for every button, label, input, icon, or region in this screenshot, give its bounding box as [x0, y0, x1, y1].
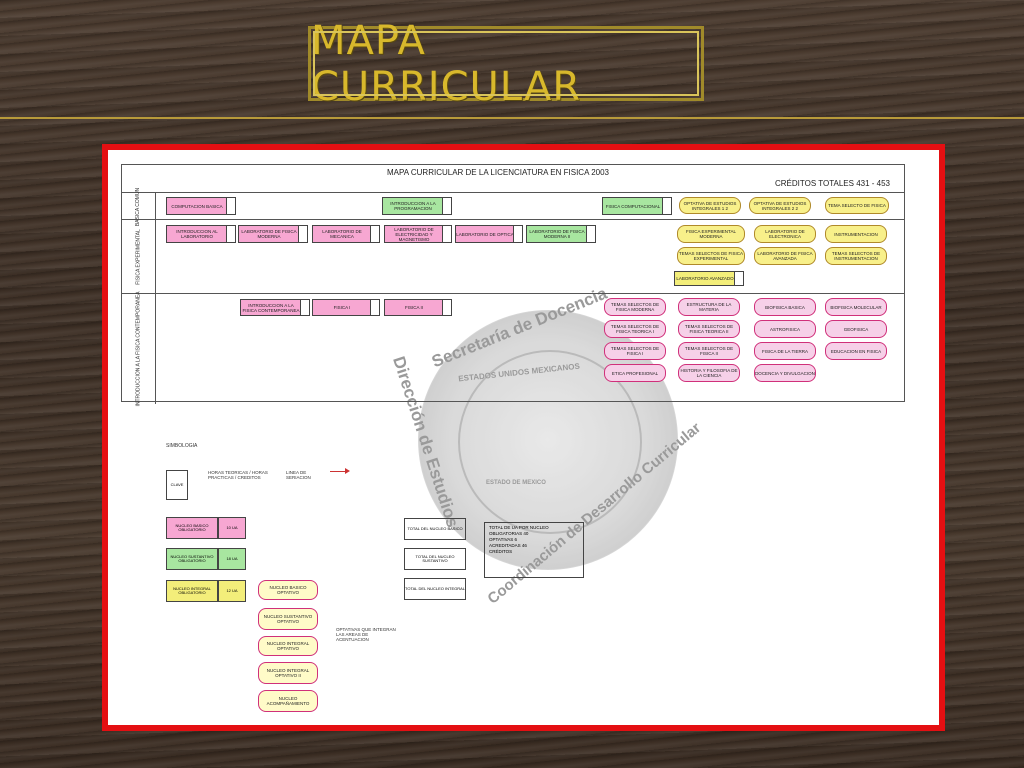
- elective-oval: INSTRUMENTACION: [825, 225, 887, 243]
- title-banner: MAPA CURRICULAR: [308, 18, 704, 110]
- legend-summary-table: TOTAL DE UA POR NUCLEO OBLIGATORIAS 40 O…: [484, 522, 584, 578]
- elective-oval: TEMAS SELECTOS DE FISICA TEORICA I: [604, 320, 666, 338]
- course-box: INTRODUCCION AL LABORATORIO: [166, 225, 236, 243]
- course-box: LABORATORIO DE ELECTRICIDAD Y MAGNETISMO: [384, 225, 452, 243]
- elective-oval: ESTRUCTURA DE LA MATERIA: [678, 298, 740, 316]
- legend-key-aside: LINEA DE SERIACION: [286, 470, 311, 480]
- legend-total-box: TOTAL DEL NUCLEO BASICO: [404, 518, 466, 540]
- course-box: INTRODUCCION A LA PROGRAMACION: [382, 197, 452, 215]
- row-contemporary: INTRODUCCION A LA FISICA CONTEMPORANEA I…: [122, 291, 904, 407]
- course-box: FISICA COMPUTACIONAL: [602, 197, 672, 215]
- course-box: LABORATORIO DE MECANICA: [312, 225, 380, 243]
- elective-oval: GEOFISICA: [825, 320, 887, 338]
- elective-oval: EDUCACION EN FISICA: [825, 342, 887, 360]
- legend-core-box: NUCLEO BASICO OBLIGATORIO: [166, 517, 218, 539]
- legend-oval-note: OPTATIVAS QUE INTEGRAN LAS AREAS DE ACEN…: [336, 627, 396, 642]
- elective-oval: TEMAS SELECTOS DE FISICA TEORICA II: [678, 320, 740, 338]
- legend-core-value: 10 UA: [218, 517, 246, 539]
- elective-oval: LABORATORIO DE FISICA AVANZADA: [754, 247, 816, 265]
- row-basic-common: BASICA COMUN COMPUTACION BASICA INTRODUC…: [122, 187, 904, 226]
- elective-oval: DOCENCIA Y DIVULGACION: [754, 364, 816, 382]
- elective-oval: TEMA SELECTO DE FISICA: [825, 197, 889, 214]
- elective-oval: ETICA PROFESIONAL: [604, 364, 666, 382]
- course-box: LABORATORIO AVANZADO: [674, 271, 744, 286]
- row-label: BASICA COMUN: [122, 187, 156, 226]
- legend-core-box: NUCLEO SUSTANTIVO OBLIGATORIO: [166, 548, 218, 570]
- curriculum-table: MAPA CURRICULAR DE LA LICENCIATURA EN FI…: [121, 164, 905, 407]
- elective-oval: OPTATIVA DE ESTUDIOS INTEGRALES 2 2: [749, 197, 811, 214]
- legend-oval: NUCLEO INTEGRAL OPTATIVO: [258, 636, 318, 656]
- course-box: INTRODUCCION A LA FISICA CONTEMPORANEA: [240, 299, 310, 316]
- summary-footer: CRÉDITOS: [489, 549, 513, 554]
- elective-oval: TEMAS SELECTOS DE INSTRUMENTACION: [825, 247, 887, 265]
- legend-total-box: TOTAL DEL NUCLEO SUSTANTIVO: [404, 548, 466, 570]
- elective-oval: TEMAS SELECTOS DE FISICA MODERNA: [604, 298, 666, 316]
- legend-core-value: 12 UA: [218, 580, 246, 602]
- elective-oval: HISTORIA Y FILOSOFIA DE LA CIENCIA: [678, 364, 740, 382]
- elective-oval: TEMAS SELECTOS DE FISICA EXPERIMENTAL: [677, 247, 745, 265]
- elective-oval: OPTATIVA DE ESTUDIOS INTEGRALES 1 2: [679, 197, 741, 214]
- slide-title: MAPA CURRICULAR: [311, 17, 582, 110]
- row-label: INTRODUCCION A LA FISICA CONTEMPORANEA: [122, 291, 156, 407]
- legend-total-box: TOTAL DEL NUCLEO INTEGRAL: [404, 578, 466, 600]
- course-box: FISICA II: [384, 299, 452, 316]
- legend-oval: NUCLEO INTEGRAL OPTATIVO II: [258, 662, 318, 684]
- elective-oval: FISICA DE LA TIERRA: [754, 342, 816, 360]
- elective-oval: BIOFISICA BASICA: [754, 298, 816, 316]
- elective-oval: LABORATORIO DE ELECTRONICA: [754, 225, 816, 243]
- document-title: MAPA CURRICULAR DE LA LICENCIATURA EN FI…: [387, 168, 609, 177]
- legend-oval: NUCLEO BASICO OPTATIVO: [258, 580, 318, 600]
- elective-oval: BIOFISICA MOLECULAR: [825, 298, 887, 316]
- legend-oval: NUCLEO SUSTANTIVO OPTATIVO: [258, 608, 318, 630]
- elective-oval: TEMAS SELECTOS DE FISICA II: [678, 342, 740, 360]
- legend-key-box: CLAVE: [166, 470, 188, 500]
- watermark-seal-state: ESTADO DE MEXICO: [486, 480, 546, 486]
- course-box: LABORATORIO DE FISICA MODERNA: [238, 225, 308, 243]
- elective-oval: ASTROFISICA: [754, 320, 816, 338]
- row-experimental: FISICA EXPERIMENTAL INTRODUCCION AL LABO…: [122, 219, 904, 294]
- elective-oval: FISICA EXPERIMENTAL MODERNA: [677, 225, 745, 243]
- legend-title: SIMBOLOGIA: [166, 443, 198, 449]
- legend-core-value: 18 UA: [218, 548, 246, 570]
- total-credits: CRÉDITOS TOTALES 431 - 453: [774, 179, 890, 188]
- course-box: FISICA I: [312, 299, 380, 316]
- divider-line: [0, 117, 1024, 119]
- seriation-arrow-icon: [330, 468, 350, 474]
- curriculum-map-image: Secretaría de Docencia Dirección de Estu…: [108, 150, 939, 725]
- legend-core-box: NUCLEO INTEGRAL OBLIGATORIO: [166, 580, 218, 602]
- legend-oval: NUCLEO ACOMPAÑAMIENTO: [258, 690, 318, 712]
- curriculum-map-frame: Secretaría de Docencia Dirección de Estu…: [102, 144, 945, 731]
- course-box: LABORATORIO DE FISICA MODERNA II: [526, 225, 596, 243]
- elective-oval: TEMAS SELECTOS DE FISICA I: [604, 342, 666, 360]
- course-box: COMPUTACION BASICA: [166, 197, 236, 215]
- table-header: MAPA CURRICULAR DE LA LICENCIATURA EN FI…: [122, 165, 904, 193]
- course-box: LABORATORIO DE OPTICA: [455, 225, 523, 243]
- row-label: FISICA EXPERIMENTAL: [122, 220, 156, 294]
- legend-key-text: HORAS TEORICAS / HORAS PRACTICAS / CREDI…: [208, 470, 268, 480]
